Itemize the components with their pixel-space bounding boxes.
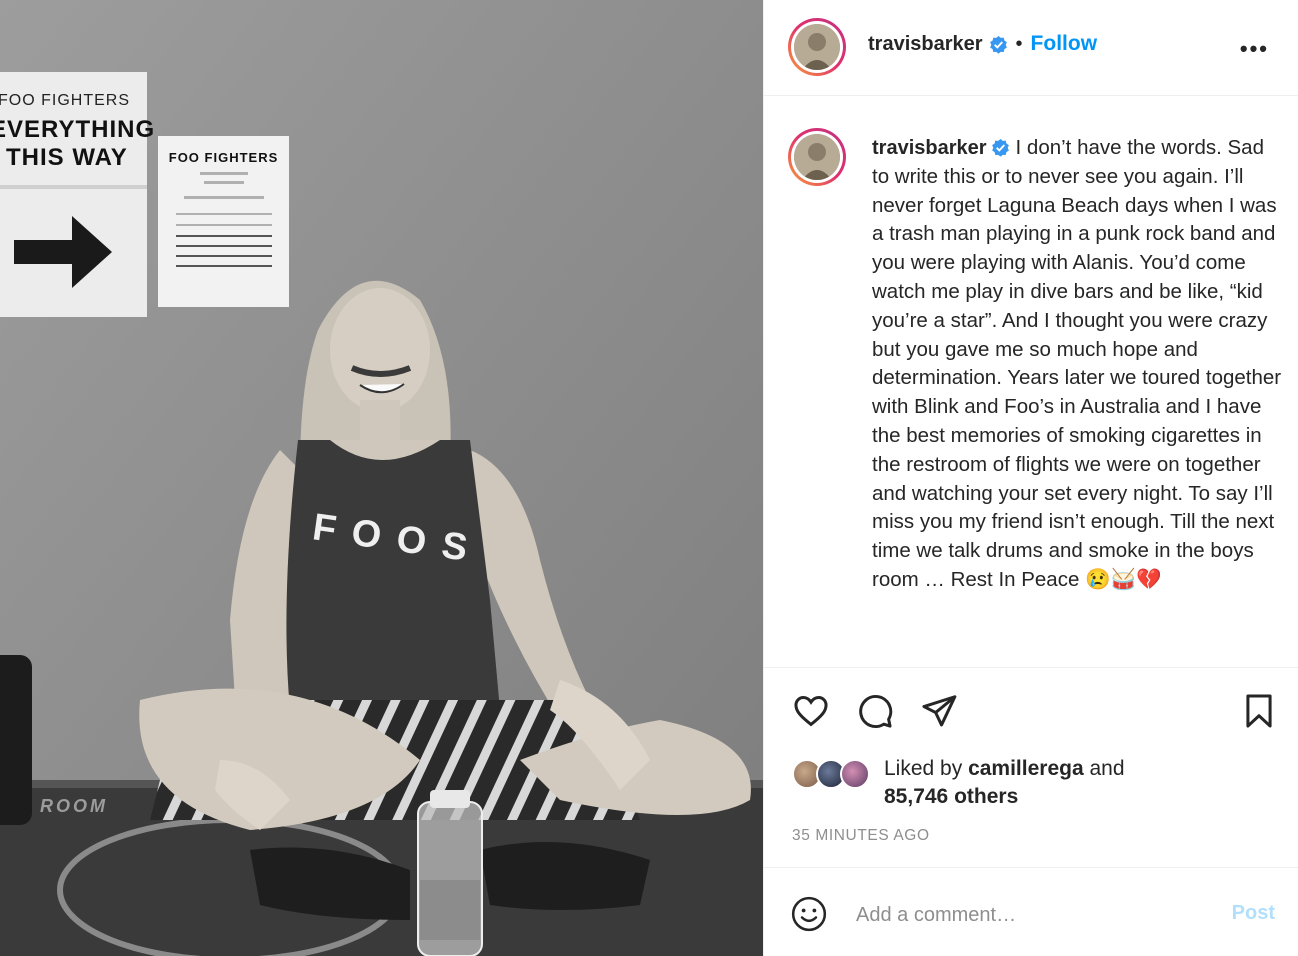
caption-username[interactable]: travisbarker [872, 137, 987, 159]
action-bar [764, 688, 1298, 736]
divider [764, 667, 1298, 668]
avatar[interactable] [788, 18, 846, 76]
sign-left-line2: EVERYTHING [0, 116, 156, 143]
header-user-row: travisbarker • Follow [868, 32, 1097, 56]
avatar-portrait-icon [794, 134, 840, 180]
verified-badge-icon [991, 138, 1009, 157]
likes-count-link[interactable]: 85,746 others [884, 785, 1018, 808]
follow-button[interactable]: Follow [1031, 32, 1098, 56]
post-photo[interactable]: FOO FIGHTERS EVERYTHING THIS WAY FOO FIG… [0, 0, 763, 956]
post-header: travisbarker • Follow ••• [764, 0, 1298, 96]
likes-and: and [1083, 757, 1125, 780]
caption-avatar[interactable] [788, 128, 846, 186]
sign-left-line1: FOO FIGHTERS [0, 92, 130, 109]
likes-text: Liked by camillerega and 85,746 others [884, 755, 1184, 811]
share-button[interactable] [916, 688, 962, 734]
sign-left-text: FOO FIGHTERS EVERYTHING THIS WAY [0, 92, 156, 172]
likes-prefix: Liked by [884, 757, 969, 780]
post-comment-button[interactable]: Post [1232, 902, 1275, 925]
comment-button[interactable] [852, 688, 898, 734]
bookmark-icon [1246, 694, 1272, 728]
instagram-post: FOO FIGHTERS EVERYTHING THIS WAY FOO FIG… [0, 0, 1298, 956]
more-options-button[interactable]: ••• [1240, 36, 1269, 62]
verified-badge-icon [989, 35, 1007, 54]
header-username[interactable]: travisbarker [868, 33, 983, 56]
paper-plane-icon [922, 695, 957, 727]
save-button[interactable] [1236, 688, 1282, 734]
liker-avatar[interactable] [840, 759, 870, 789]
comment-icon [859, 694, 893, 729]
floor-text: ROOM [40, 796, 108, 816]
post-timestamp[interactable]: 35 MINUTES AGO [792, 827, 930, 845]
caption-text: I don’t have the words. Sad to write thi… [872, 136, 1282, 591]
avatar-portrait-icon [794, 24, 840, 70]
emoji-icon[interactable] [790, 895, 828, 933]
post-caption: travisbarker I don’t have the words. Sad… [872, 134, 1282, 595]
like-button[interactable] [788, 688, 834, 734]
comment-box: Post [764, 868, 1298, 956]
header-separator: • [1015, 32, 1023, 55]
sign-left-line3: THIS WAY [6, 144, 128, 171]
comment-input[interactable] [854, 896, 1198, 934]
heart-icon [794, 696, 828, 727]
likes-user-link[interactable]: camillerega [968, 757, 1084, 780]
post-sidebar: travisbarker • Follow ••• travisbarker I… [763, 0, 1298, 956]
sign-right-title: FOO FIGHTERS [168, 150, 279, 165]
